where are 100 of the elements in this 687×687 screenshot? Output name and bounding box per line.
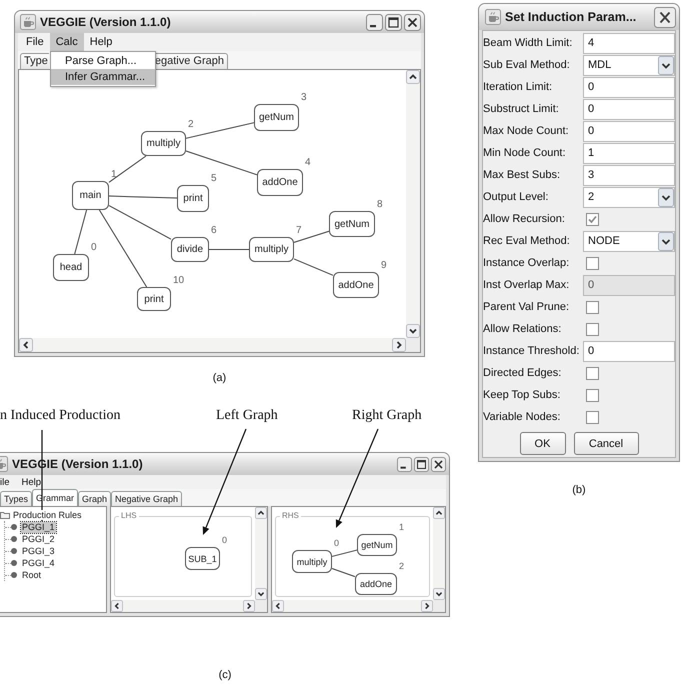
text-field[interactable]: 0 [583,340,675,362]
text-field[interactable]: 0 [583,120,675,142]
tab[interactable]: egative Graph [154,53,228,69]
tree-item[interactable]: Root [21,570,42,580]
annotation-label: Right Graph [352,408,423,424]
checkbox[interactable] [586,300,599,314]
horizontal-scrollbar[interactable] [19,338,406,352]
figure-caption: (b) [571,484,587,497]
maximize-icon[interactable] [414,456,429,472]
field-label: Output Level: [483,191,550,203]
tree-item[interactable]: PGGI_4 [21,558,56,568]
tab[interactable]: Negative Graph [111,491,182,506]
dialog-button[interactable]: Cancel [574,432,638,455]
scroll-right-icon[interactable] [392,338,406,352]
close-icon[interactable] [654,6,676,28]
horizontal-scrollbar[interactable] [111,600,255,612]
tab[interactable]: Type [20,53,49,69]
annotation-label: n Induced Production [0,408,122,424]
vertical-scrollbar[interactable] [406,70,420,338]
text-field[interactable]: 1 [583,142,675,164]
panel-title: RHS [280,511,301,521]
vertical-scrollbar[interactable] [433,507,445,600]
bullet-icon [11,548,17,554]
scroll-down-icon[interactable] [433,588,445,600]
text-field[interactable]: 0 [583,76,675,98]
scroll-up-icon[interactable] [255,507,267,519]
node-number: 5 [211,173,217,184]
tree-item[interactable]: PGGI_3 [21,546,56,556]
coffee-cup-icon [0,456,8,472]
dropdown[interactable]: MDL [583,54,675,76]
vertical-scrollbar[interactable] [255,507,267,600]
menu-item[interactable]: Calc [50,33,84,51]
tree-item[interactable]: Production Rules [12,510,83,520]
menu-item[interactable]: Help [16,475,48,489]
menu-item[interactable]: Infer Grammar... [51,69,155,85]
text-field[interactable]: 3 [583,164,675,186]
graph-node: addOne [333,272,379,298]
scroll-left-icon[interactable] [111,600,123,612]
field-label: Keep Top Subs: [483,389,562,401]
minimize-icon[interactable] [397,456,412,472]
text-field[interactable]: 0 [583,98,675,120]
horizontal-scrollbar[interactable] [272,600,433,612]
edge-line [186,150,258,176]
edge-line [186,122,254,139]
edge-line [208,249,250,250]
tab[interactable]: Graph [78,491,112,506]
dropdown[interactable]: 2 [583,186,675,208]
graph-node: SUB_1 [185,547,220,570]
node-number: 1 [111,169,117,180]
field-label: Sub Eval Method: [483,59,571,71]
menu-item[interactable]: Help [84,33,118,51]
scroll-down-icon[interactable] [255,588,267,600]
graph-node: divide [171,237,209,262]
checkbox[interactable] [586,212,599,226]
edge-line [74,210,88,254]
field-label: Instance Overlap: [483,257,570,269]
scroll-up-icon[interactable] [433,507,445,519]
menu-item[interactable]: ile [0,475,16,489]
field-label: Beam Width Limit: [483,37,574,49]
minimize-icon[interactable] [366,14,383,30]
panel-title: LHS [119,511,139,521]
close-icon[interactable] [431,456,446,472]
scroll-up-icon[interactable] [406,70,420,84]
tree-item[interactable]: PGGI_1 [21,522,56,532]
scroll-right-icon[interactable] [421,600,433,612]
menu-item[interactable]: File [20,33,50,51]
text-field[interactable]: 4 [583,32,675,54]
field-label: Max Node Count: [483,125,570,137]
checkbox[interactable] [586,388,599,402]
coffee-cup-icon [20,14,36,30]
graph-node: multiply [249,237,294,262]
node-number: 8 [377,199,383,210]
close-icon[interactable] [404,14,421,30]
edge-line [332,568,356,578]
field-label: Inst Overlap Max: [483,279,570,291]
checkbox[interactable] [586,322,599,336]
graph-node: addOne [355,573,397,595]
bullet-icon [11,536,17,542]
scroll-right-icon[interactable] [243,600,255,612]
graph-node: getNum [357,534,397,556]
scroll-left-icon[interactable] [19,338,33,352]
field-label: Max Best Subs: [483,169,562,181]
tab[interactable]: Types [0,491,32,506]
field-label: Substruct Limit: [483,103,560,115]
field-label: Rec Eval Method: [483,235,571,247]
checkbox[interactable] [586,256,599,270]
scroll-left-icon[interactable] [272,600,284,612]
scroll-down-icon[interactable] [406,324,420,338]
checkbox[interactable] [586,366,599,380]
edge-line [294,258,334,276]
menu-item[interactable]: Parse Graph... [51,53,155,69]
tree-item[interactable]: PGGI_2 [21,534,56,544]
maximize-icon[interactable] [385,14,402,30]
field-label: Allow Relations: [483,323,562,335]
dropdown[interactable]: NODE [583,230,675,252]
graph-node: print [137,287,171,311]
node-number: 0 [91,242,97,253]
dialog-button[interactable]: OK [520,432,566,455]
checkbox[interactable] [586,410,599,424]
bullet-icon [11,572,17,578]
